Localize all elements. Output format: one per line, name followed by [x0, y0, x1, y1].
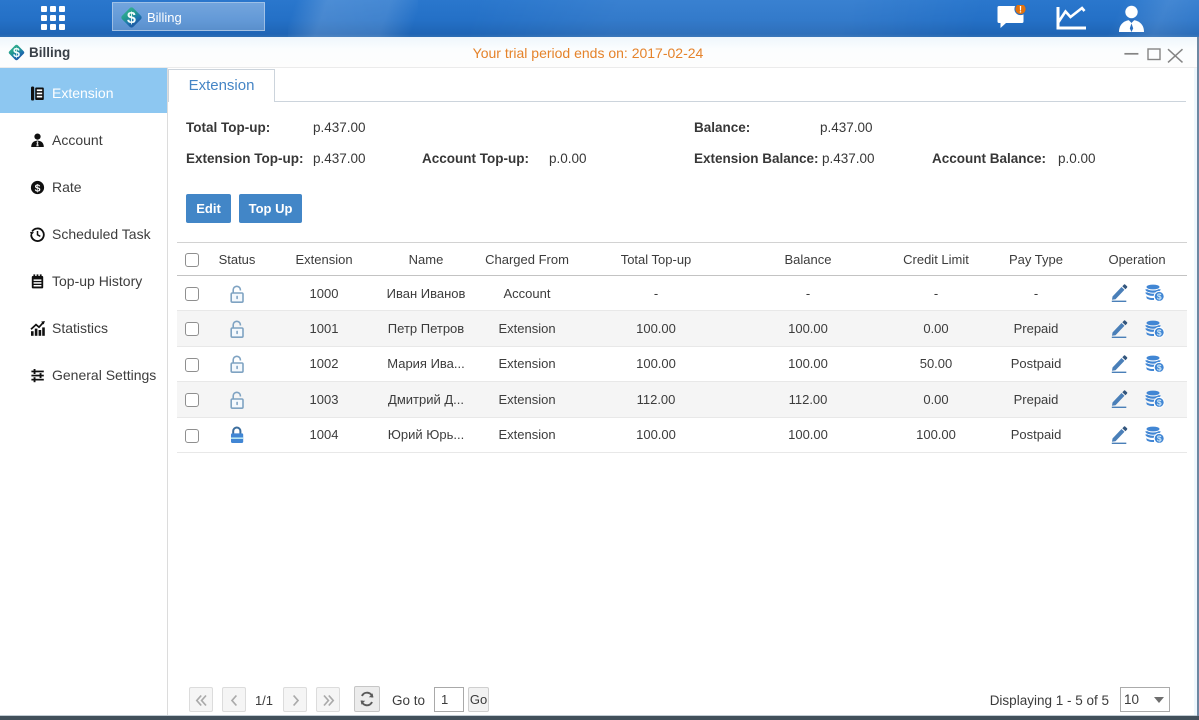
svg-text:$: $	[127, 10, 136, 27]
svg-text:$: $	[1157, 433, 1162, 443]
svg-text:!: !	[1019, 5, 1022, 14]
svg-text:$: $	[1157, 292, 1162, 302]
svg-text:$: $	[1157, 363, 1162, 373]
svg-text:$: $	[1157, 398, 1162, 408]
svg-text:$: $	[35, 182, 41, 194]
svg-text:$: $	[1157, 327, 1162, 337]
